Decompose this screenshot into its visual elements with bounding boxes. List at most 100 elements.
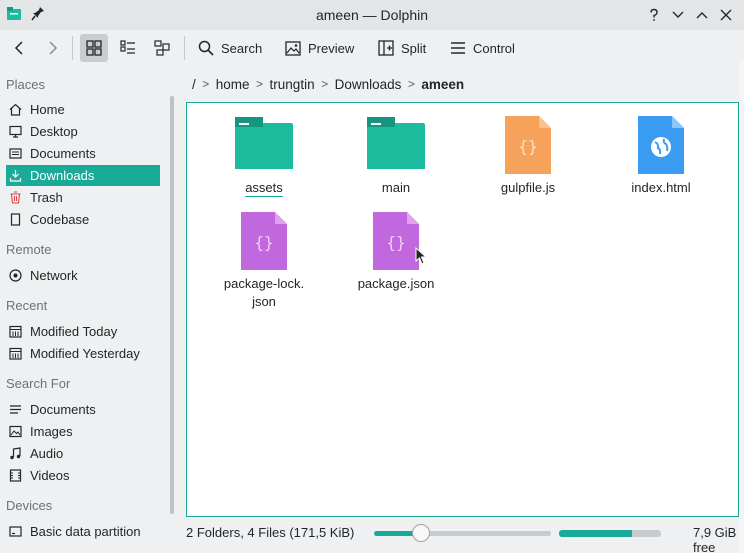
breadcrumb-home[interactable]: home (216, 77, 250, 92)
search-button[interactable]: Search (192, 34, 268, 62)
help-icon[interactable] (644, 5, 664, 25)
free-space-label: 7,9 GiB free (693, 525, 737, 553)
close-icon[interactable] (716, 5, 736, 25)
breadcrumb-trungtin[interactable]: trungtin (270, 77, 315, 92)
zoom-slider-handle[interactable] (412, 524, 430, 542)
window-title: ameen — Dolphin (315, 7, 429, 23)
background-window-edge (739, 60, 744, 553)
file-item-main[interactable]: main (330, 117, 462, 197)
places-panel: Places Home Desktop Documents Downloads … (0, 72, 172, 553)
icons-view-icon (86, 40, 102, 56)
split-view-icon (378, 40, 394, 56)
sidebar-item-modified-today[interactable]: Modified Today (6, 321, 160, 342)
trash-icon (9, 191, 22, 204)
forward-button[interactable] (40, 34, 66, 62)
sidebar-item-codebase[interactable]: Codebase (6, 209, 160, 230)
preview-label: Preview (308, 40, 355, 56)
sidebar-item-audio[interactable]: Audio (6, 443, 160, 464)
icons-view-button[interactable] (80, 34, 108, 62)
devices-section-title: Devices (6, 498, 53, 513)
sidebar-item-documents[interactable]: Documents (6, 143, 160, 164)
sidebar-item-home[interactable]: Home (6, 99, 160, 120)
chevron-right-icon (49, 41, 58, 55)
json-file-icon: {} (373, 212, 419, 270)
details-view-icon (120, 40, 135, 54)
file-name: package.json (357, 276, 435, 291)
documents-icon (9, 147, 22, 160)
sidebar-item-network[interactable]: Network (6, 265, 160, 286)
html-file-icon (638, 116, 684, 174)
home-icon (9, 103, 22, 116)
svg-text:{}: {} (518, 137, 537, 156)
control-menu-button[interactable]: Control (444, 34, 521, 62)
main-toolbar: Search Preview Split Control (0, 30, 744, 66)
preview-button[interactable]: Preview (279, 34, 360, 62)
chevron-right-icon: > (202, 77, 210, 91)
calendar-icon (9, 325, 22, 338)
audio-icon (9, 447, 22, 460)
downloads-icon (9, 169, 22, 182)
sidebar-item-images[interactable]: Images (6, 421, 160, 442)
file-item-assets[interactable]: assets (198, 117, 330, 197)
sidebar-item-basic-data-partition[interactable]: Basic data partition (6, 521, 160, 542)
sidebar-item-videos[interactable]: Videos (6, 465, 160, 486)
sidebar-item-downloads[interactable]: Downloads (6, 165, 160, 186)
file-view[interactable]: assets main {} gulpfile.js index.html {}… (186, 102, 739, 517)
split-button[interactable]: Split (372, 34, 432, 62)
chevron-right-icon: > (321, 77, 329, 91)
places-section-title: Places (6, 77, 46, 92)
control-label: Control (473, 40, 515, 56)
file-name: assets (245, 180, 283, 195)
file-name: package-lock. json (223, 276, 305, 309)
mouse-cursor-icon (415, 247, 427, 265)
compact-view-button[interactable] (148, 34, 176, 62)
split-label: Split (401, 40, 427, 56)
documents-icon (9, 403, 22, 416)
drive-icon (9, 525, 22, 538)
sidebar-item-trash[interactable]: Trash (6, 187, 160, 208)
file-item-package-json[interactable]: {} package.json (330, 212, 462, 294)
minimize-icon[interactable] (668, 5, 688, 25)
sidebar-item-search-documents[interactable]: Documents (6, 399, 160, 420)
zoom-slider[interactable] (374, 531, 551, 536)
file-item-index-html[interactable]: index.html (595, 116, 727, 198)
svg-text:{}: {} (254, 233, 273, 252)
folder-icon (367, 117, 425, 169)
breadcrumb: / > home > trungtin > Downloads > ameen (186, 72, 742, 96)
remote-section-title: Remote (6, 242, 52, 257)
file-item-gulpfile[interactable]: {} gulpfile.js (462, 116, 594, 198)
title-bar: ameen — Dolphin (0, 0, 744, 30)
breadcrumb-current[interactable]: ameen (421, 77, 464, 92)
hamburger-menu-icon (451, 42, 465, 54)
json-file-icon: {} (241, 212, 287, 270)
status-bar: 2 Folders, 4 Files (171,5 KiB) 7,9 GiB f… (186, 522, 744, 553)
sidebar-item-modified-yesterday[interactable]: Modified Yesterday (6, 343, 160, 364)
video-icon (9, 469, 22, 482)
svg-text:{}: {} (386, 233, 405, 252)
file-item-package-lock-json[interactable]: {} package-lock. json (198, 212, 330, 312)
chevron-right-icon: > (256, 77, 264, 91)
file-name: index.html (631, 180, 691, 195)
maximize-icon[interactable] (692, 5, 712, 25)
recent-section-title: Recent (6, 298, 48, 313)
sidebar-item-desktop[interactable]: Desktop (6, 121, 160, 142)
bookmark-icon (9, 213, 22, 226)
calendar-icon (9, 347, 22, 360)
disk-space-fill (559, 530, 633, 537)
back-button[interactable] (6, 34, 32, 62)
desktop-icon (9, 125, 22, 138)
breadcrumb-downloads[interactable]: Downloads (335, 77, 402, 92)
compact-view-icon (154, 40, 170, 56)
chevron-left-icon (14, 41, 23, 55)
status-summary: 2 Folders, 4 Files (171,5 KiB) (186, 525, 355, 540)
disk-space-bar (559, 530, 661, 537)
network-icon (9, 269, 22, 282)
javascript-file-icon: {} (505, 116, 551, 174)
search-label: Search (221, 40, 263, 56)
chevron-right-icon: > (407, 77, 415, 91)
image-preview-icon (285, 40, 301, 56)
details-view-button[interactable] (114, 34, 142, 62)
image-icon (9, 425, 22, 438)
folder-icon (235, 117, 293, 169)
sidebar-scrollbar[interactable] (170, 96, 174, 514)
